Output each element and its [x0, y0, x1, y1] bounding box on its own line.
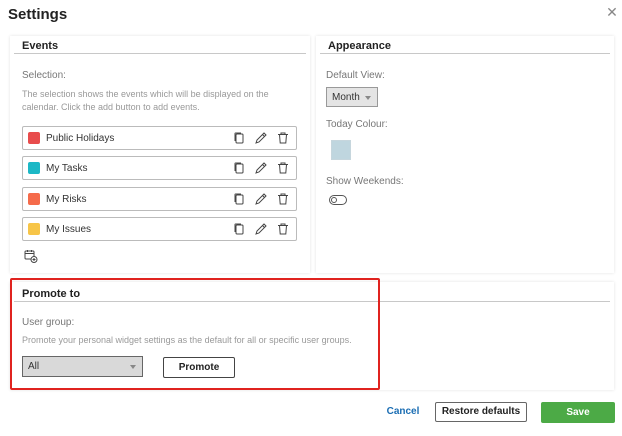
promote-header: Promote to — [14, 282, 610, 302]
chevron-down-icon — [130, 365, 136, 369]
copy-icon[interactable] — [232, 222, 246, 236]
user-group-value: All — [28, 361, 40, 372]
today-colour-swatch[interactable] — [331, 140, 351, 160]
events-description: The selection shows the events which wil… — [22, 89, 269, 112]
chevron-down-icon — [365, 96, 371, 100]
copy-icon[interactable] — [232, 192, 246, 206]
edit-icon[interactable] — [254, 222, 268, 236]
promote-button[interactable]: Promote — [163, 357, 235, 378]
events-header: Events — [14, 36, 306, 54]
event-color-swatch — [28, 223, 40, 235]
selection-label: Selection: — [22, 70, 66, 81]
delete-icon[interactable] — [276, 222, 290, 236]
add-calendar-icon[interactable] — [24, 249, 38, 263]
toggle-knob — [331, 197, 337, 203]
edit-icon[interactable] — [254, 161, 268, 175]
restore-defaults-button[interactable]: Restore defaults — [435, 402, 527, 422]
appearance-header: Appearance — [320, 36, 610, 54]
delete-icon[interactable] — [276, 192, 290, 206]
cancel-button[interactable]: Cancel — [383, 404, 423, 420]
promote-description: Promote your personal widget settings as… — [22, 335, 352, 345]
event-label: My Tasks — [46, 163, 88, 174]
event-row[interactable]: My Tasks — [22, 156, 297, 180]
default-view-value: Month — [332, 92, 360, 103]
event-row[interactable]: Public Holidays — [22, 126, 297, 150]
event-row[interactable]: My Risks — [22, 187, 297, 211]
default-view-label: Default View: — [326, 70, 385, 81]
event-label: My Risks — [46, 194, 87, 205]
event-color-swatch — [28, 132, 40, 144]
event-color-swatch — [28, 162, 40, 174]
default-view-select[interactable]: Month — [326, 87, 378, 107]
save-button[interactable]: Save — [541, 402, 615, 423]
close-icon[interactable]: ✕ — [605, 5, 619, 19]
today-colour-label: Today Colour: — [326, 119, 388, 130]
event-row[interactable]: My Issues — [22, 217, 297, 241]
delete-icon[interactable] — [276, 131, 290, 145]
event-label: My Issues — [46, 224, 92, 235]
copy-icon[interactable] — [232, 131, 246, 145]
edit-icon[interactable] — [254, 192, 268, 206]
event-color-swatch — [28, 193, 40, 205]
copy-icon[interactable] — [232, 161, 246, 175]
user-group-select[interactable]: All — [22, 356, 143, 377]
delete-icon[interactable] — [276, 161, 290, 175]
edit-icon[interactable] — [254, 131, 268, 145]
user-group-label: User group: — [22, 317, 75, 328]
dialog-title: Settings — [8, 6, 68, 23]
event-label: Public Holidays — [46, 133, 115, 144]
show-weekends-label: Show Weekends: — [326, 176, 404, 187]
show-weekends-toggle[interactable] — [329, 195, 347, 205]
